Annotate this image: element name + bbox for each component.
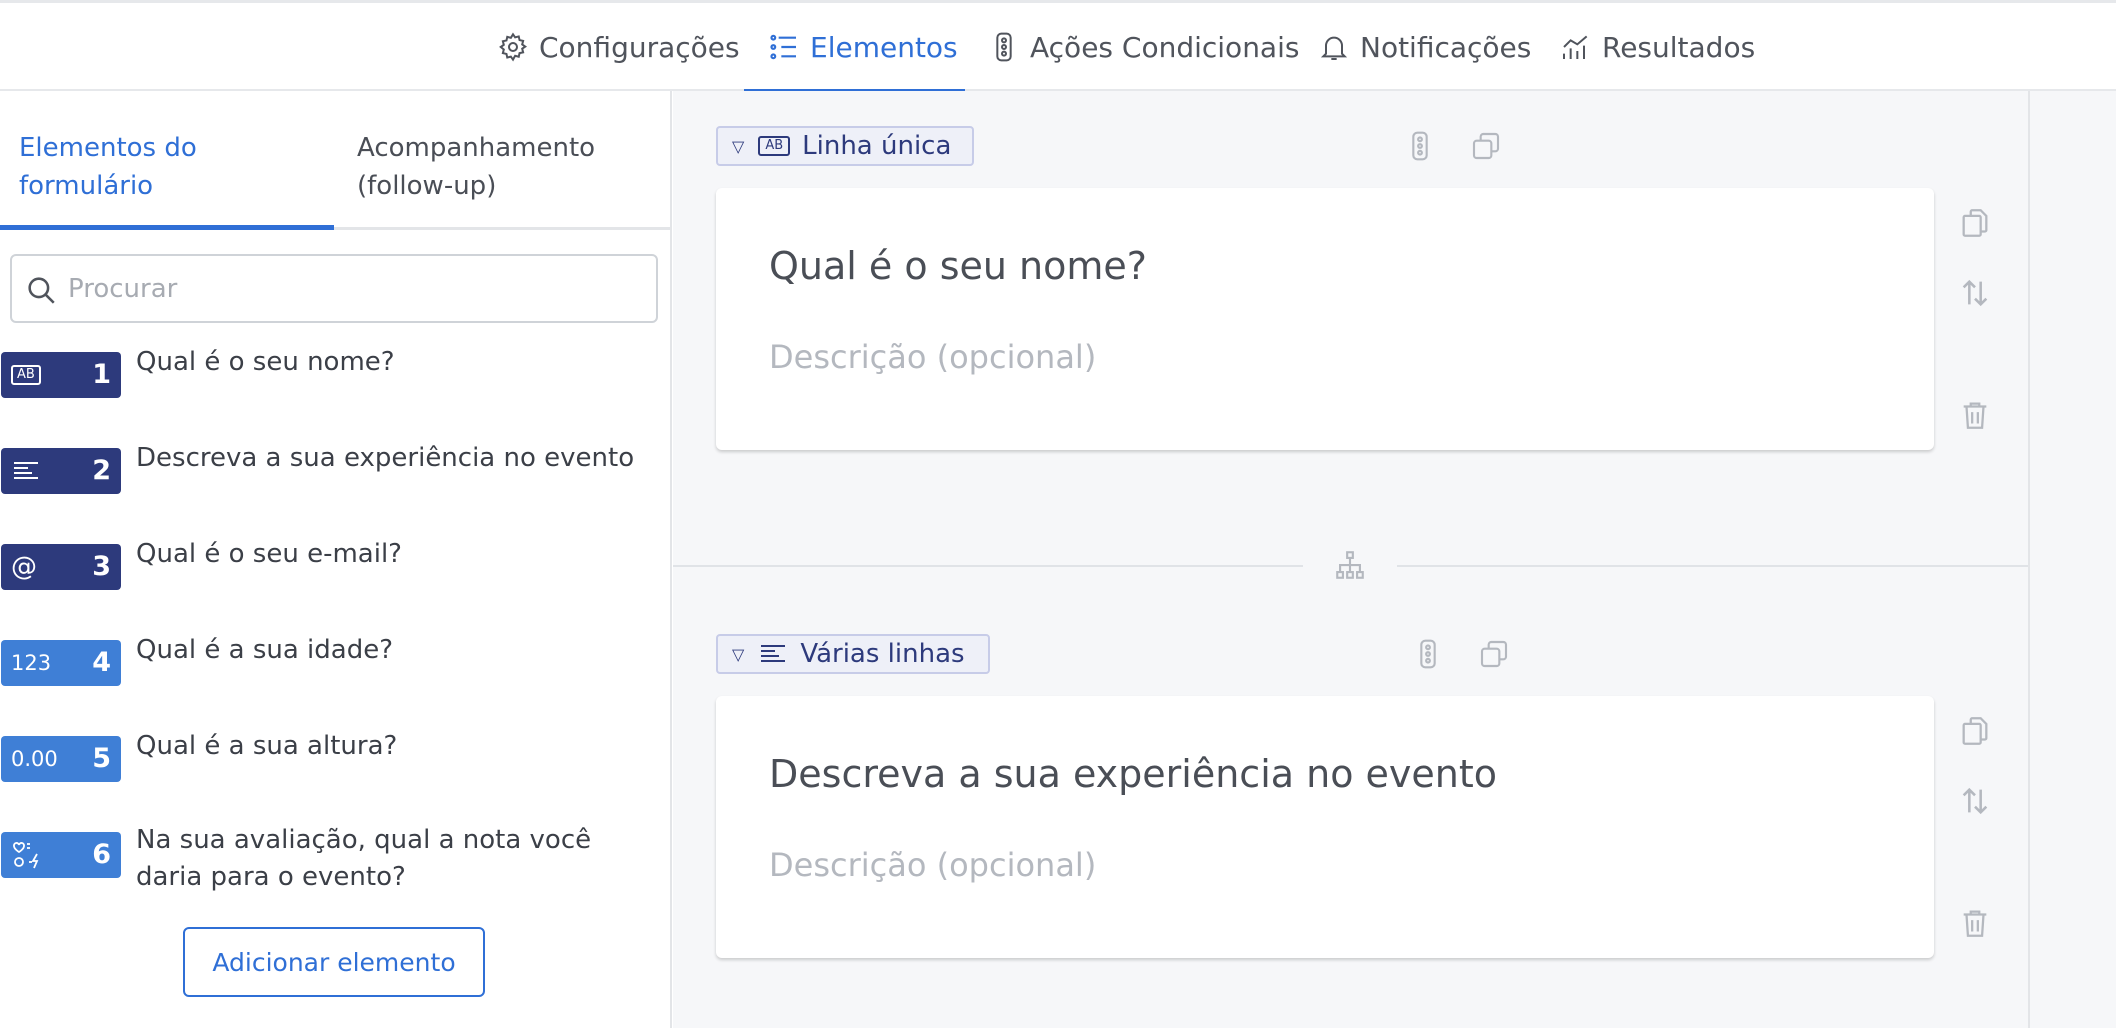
element-description-input[interactable]: Descrição (opcional) (769, 338, 1096, 376)
element-type-dropdown[interactable]: ▽ AB Linha única (716, 126, 974, 166)
hierarchy-icon[interactable] (1333, 548, 1367, 582)
decimal-icon: 0.00 (11, 747, 58, 771)
tab-notificacoes[interactable]: Notificações (1318, 3, 1531, 91)
lines-icon (758, 642, 788, 666)
search-icon (28, 277, 55, 304)
element-title[interactable]: Descreva a sua experiência no evento (769, 752, 1497, 796)
element-number: 5 (92, 743, 111, 774)
at-icon: @ (11, 552, 37, 582)
add-element-button[interactable]: Adicionar elemento (183, 927, 485, 997)
traffic-light-icon[interactable] (1404, 130, 1436, 162)
element-card[interactable]: Qual é o seu nome? Descrição (opcional) (716, 188, 1934, 450)
chevron-down-icon: ▽ (732, 644, 745, 664)
element-badge: 2 (1, 448, 121, 494)
element-label: Qual é a sua idade? (136, 635, 394, 665)
element-number: 4 (92, 647, 111, 678)
element-label: Qual é o seu e-mail? (136, 539, 402, 569)
tab-label: Ações Condicionais (1030, 30, 1300, 64)
tab-resultados[interactable]: Resultados (1560, 3, 1755, 91)
list-item[interactable]: 0.00 5 Qual é a sua altura? (0, 731, 672, 784)
right-strip (2028, 91, 2116, 1028)
traffic-light-icon (996, 32, 1012, 62)
chart-icon (1563, 35, 1588, 59)
element-badge: 6 (1, 832, 121, 878)
element-label: Descreva a sua experiência no evento (136, 443, 635, 473)
text-ab-icon: AB (758, 136, 791, 156)
search-box (10, 254, 658, 323)
badge-icon-text: AB (11, 365, 41, 385)
traffic-light-icon[interactable] (1412, 638, 1444, 670)
trash-icon[interactable] (1958, 906, 1992, 940)
list-item[interactable]: 6 Na sua avaliação, qual a nota você dar… (0, 825, 672, 916)
element-badge: 0.00 5 (1, 736, 121, 782)
tab-elementos[interactable]: Elementos (768, 3, 958, 91)
element-number: 1 (92, 359, 111, 390)
element-badge: @ 3 (1, 544, 121, 590)
element-number: 2 (92, 455, 111, 486)
divider (1397, 565, 2028, 567)
chevron-down-icon: ▽ (732, 136, 745, 156)
element-number: 6 (92, 839, 111, 870)
list-icon (770, 34, 796, 60)
element-type-label: Linha única (802, 131, 952, 161)
tab-label: Notificações (1360, 30, 1532, 64)
tab-label: Elementos (810, 30, 958, 64)
tab-label: Resultados (1602, 30, 1756, 64)
element-badge: 123 4 (1, 640, 121, 686)
bell-icon (1320, 36, 1348, 60)
copy-icon[interactable] (1958, 206, 1992, 240)
trash-icon[interactable] (1958, 398, 1992, 432)
element-label: Na sua avaliação, qual a nota você daria… (136, 825, 592, 892)
element-type-label: Várias linhas (800, 639, 965, 669)
element-label: Qual é o seu nome? (136, 347, 395, 377)
tab-configuracoes[interactable]: Configurações (497, 3, 740, 91)
top-navigation: Configurações Elementos Ações Condiciona… (0, 0, 2116, 93)
list-item[interactable]: @ 3 Qual é o seu e-mail? (0, 539, 672, 592)
search-input[interactable] (68, 266, 648, 312)
list-item[interactable]: AB 1 Qual é o seu nome? (0, 347, 672, 400)
element-badge: AB 1 (1, 352, 121, 398)
gear-icon (499, 32, 528, 62)
list-item[interactable]: 123 4 Qual é a sua idade? (0, 635, 672, 688)
tab-label: Configurações (539, 30, 740, 64)
active-tab-indicator (0, 225, 334, 230)
divider (673, 565, 1303, 567)
tab-form-elements[interactable]: Elementos do formulário (19, 129, 279, 205)
lines-icon (11, 448, 41, 494)
element-type-dropdown[interactable]: ▽ Várias linhas (716, 634, 990, 674)
reorder-icon[interactable] (1958, 276, 1992, 310)
element-card[interactable]: Descreva a sua experiência no evento Des… (716, 696, 1934, 958)
number-icon: 123 (11, 651, 52, 675)
element-title[interactable]: Qual é o seu nome? (769, 244, 1147, 288)
tab-followup[interactable]: Acompanhamento (follow-up) (357, 129, 647, 205)
badge-icon-text: AB (758, 136, 791, 156)
reorder-icon[interactable] (1958, 784, 1992, 818)
element-number: 3 (92, 551, 111, 582)
element-description-input[interactable]: Descrição (opcional) (769, 846, 1096, 884)
rating-icon (11, 832, 43, 878)
tab-acoes-condicionais[interactable]: Ações Condicionais (988, 3, 1299, 91)
element-label: Qual é a sua altura? (136, 731, 398, 761)
duplicate-icon[interactable] (1470, 130, 1502, 162)
duplicate-icon[interactable] (1478, 638, 1510, 670)
elements-sidebar: Elementos do formulário Acompanhamento (… (0, 91, 672, 1028)
text-ab-icon: AB (11, 352, 41, 398)
copy-icon[interactable] (1958, 714, 1992, 748)
list-item[interactable]: 2 Descreva a sua experiência no evento (0, 443, 672, 496)
